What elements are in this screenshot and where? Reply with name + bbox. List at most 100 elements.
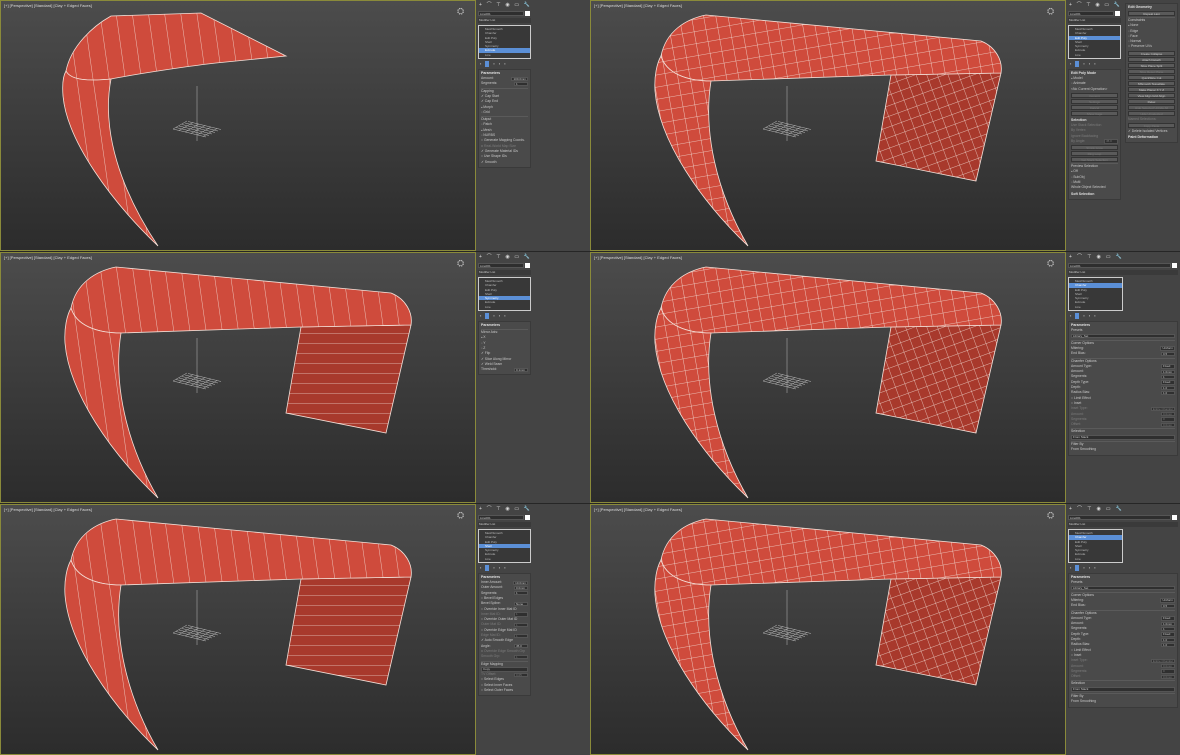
object-name-input[interactable]: Line001: [1068, 515, 1177, 520]
param-value-spinner[interactable]: Entire Chamfer: [1150, 406, 1175, 412]
plus-icon[interactable]: +: [479, 2, 482, 8]
viewport-scene[interactable]: [591, 253, 1066, 503]
param-value-spinner[interactable]: 1: [1161, 374, 1175, 380]
panel-button[interactable]: Ring Loop: [1071, 151, 1118, 157]
pin-icon[interactable]: ▪: [480, 565, 481, 570]
plus-icon[interactable]: +: [479, 254, 482, 260]
show-end-result-icon[interactable]: [1075, 60, 1080, 67]
param-value-spinner[interactable]: 45.0: [514, 644, 528, 649]
dropdown[interactable]: From Stack: [1071, 435, 1175, 440]
param-value-spinner[interactable]: Uniform: [1160, 346, 1175, 351]
utilities-icon[interactable]: 🔧: [1116, 254, 1122, 260]
param-value-spinner[interactable]: 1: [1161, 626, 1175, 632]
viewcube-icon[interactable]: ⛭: [457, 510, 469, 520]
configure-icon[interactable]: ▪: [1094, 61, 1095, 66]
motion-icon[interactable]: ◉: [1096, 506, 1100, 512]
param-value-spinner[interactable]: Fixed: [1161, 632, 1175, 637]
modifier-stack-item[interactable]: Line: [1069, 557, 1122, 561]
panel-button[interactable]: QuickSlice Cut: [1128, 74, 1175, 80]
utilities-icon[interactable]: 🔧: [1114, 2, 1120, 8]
make-unique-icon[interactable]: ▪: [493, 565, 494, 570]
hierarchy-icon[interactable]: ⊤: [1087, 254, 1091, 260]
param-value-spinner[interactable]: 1: [514, 633, 528, 638]
configure-icon[interactable]: ▪: [504, 61, 505, 66]
viewport-perspective[interactable]: [+] [Perspective] [Standard] [Clay + Edg…: [590, 252, 1066, 503]
hierarchy-icon[interactable]: ⊤: [496, 506, 500, 512]
remove-modifier-icon[interactable]: ▪: [1089, 313, 1090, 318]
param-value-spinner[interactable]: 10.0mm: [513, 580, 528, 585]
modifier-stack[interactable]: MeshSmooth Chamfer Edit Poly Shell Symmetry E…: [1068, 529, 1123, 564]
param-value-spinner[interactable]: 0: [1161, 669, 1175, 674]
show-end-result-icon[interactable]: [1075, 312, 1080, 319]
modifier-list-dropdown[interactable]: Modifier List: [478, 270, 531, 275]
viewport-perspective[interactable]: [+] [Perspective] [Standard] [Clay + Edg…: [0, 504, 476, 755]
panel-button[interactable]: Settings: [1071, 98, 1118, 104]
modifier-list-dropdown[interactable]: Modifier List: [1068, 522, 1178, 527]
param-value-spinner[interactable]: 0.0mm: [514, 585, 528, 591]
dropdown-value[interactable]: From Stack: [1071, 687, 1175, 692]
display-icon[interactable]: ▭: [1104, 2, 1109, 8]
panel-button[interactable]: Hide Unselected: [1128, 110, 1175, 116]
viewport-label-menu[interactable]: [+] [Perspective] [Standard] [Clay + Edg…: [4, 507, 92, 512]
viewport-scene[interactable]: [1, 505, 476, 755]
modifier-stack[interactable]: MeshSmooth Chamfer Edit Poly Shell Symmetry E…: [478, 25, 531, 60]
dropdown[interactable]: From Stack: [1071, 687, 1175, 692]
display-icon[interactable]: ▭: [514, 254, 519, 260]
curve-icon[interactable]: ⌒: [487, 506, 492, 512]
param-value-spinner[interactable]: 1: [514, 622, 528, 628]
viewcube-icon[interactable]: ⛭: [1047, 510, 1059, 520]
hierarchy-icon[interactable]: ⊤: [1087, 506, 1091, 512]
viewcube-icon[interactable]: ⛭: [457, 6, 469, 16]
param-value-spinner[interactable]: Fixed: [1161, 364, 1175, 369]
param-value-spinner[interactable]: 45.0: [1104, 139, 1118, 144]
pin-icon[interactable]: ▪: [480, 313, 481, 318]
display-icon[interactable]: ▭: [1106, 254, 1111, 260]
param-value-spinner[interactable]: 1.0: [1161, 637, 1175, 642]
remove-modifier-icon[interactable]: ▪: [1089, 61, 1090, 66]
param-value-spinner[interactable]: 0.0mm: [1161, 412, 1175, 417]
panel-button[interactable]: Repeat Last: [1128, 11, 1175, 16]
make-unique-icon[interactable]: ▪: [1083, 313, 1084, 318]
object-name-input[interactable]: Line001: [1068, 11, 1120, 16]
modifier-stack-item[interactable]: Line: [479, 53, 530, 57]
param-value-spinner[interactable]: 1.0: [1161, 642, 1175, 648]
motion-icon[interactable]: ◉: [505, 2, 509, 8]
show-end-result-icon[interactable]: [485, 564, 490, 571]
viewport-perspective[interactable]: [+] [Perspective] [Standard] [Clay + Edg…: [0, 0, 476, 251]
modifier-list-dropdown[interactable]: Modifier List: [478, 18, 531, 23]
panel-button[interactable]: View Align Grid Align: [1128, 92, 1175, 98]
make-unique-icon[interactable]: ▪: [493, 313, 494, 318]
param-value-spinner[interactable]: 0.0mm: [1161, 664, 1175, 669]
utilities-icon[interactable]: 🔧: [524, 506, 530, 512]
param-value-spinner[interactable]: 1: [514, 612, 528, 617]
motion-icon[interactable]: ◉: [1096, 254, 1100, 260]
plus-icon[interactable]: +: [1069, 254, 1072, 260]
motion-icon[interactable]: ◉: [1095, 2, 1099, 8]
viewport-label-menu[interactable]: [+] [Perspective] [Standard] [Clay + Edg…: [4, 3, 92, 8]
param-value-spinner[interactable]: 1: [514, 81, 528, 87]
dropdown[interactable]: Library_Set: [1071, 333, 1175, 339]
object-name-input[interactable]: Line001: [478, 11, 530, 16]
make-unique-icon[interactable]: ▪: [1083, 565, 1084, 570]
utilities-icon[interactable]: 🔧: [524, 2, 530, 8]
param-value-spinner[interactable]: Fixed: [1161, 380, 1175, 385]
panel-button[interactable]: Make Planar X Y Z: [1128, 86, 1175, 92]
curve-icon[interactable]: ⌒: [1077, 506, 1082, 512]
curve-icon[interactable]: ⌒: [1077, 254, 1082, 260]
remove-modifier-icon[interactable]: ▪: [499, 61, 500, 66]
panel-button[interactable]: Relax: [1128, 98, 1175, 104]
motion-icon[interactable]: ◉: [505, 506, 509, 512]
viewport-label-menu[interactable]: [+] [Perspective] [Standard] [Clay + Edg…: [4, 255, 92, 260]
viewport-label-menu[interactable]: [+] [Perspective] [Standard] [Clay + Edg…: [594, 507, 682, 512]
plus-icon[interactable]: +: [1069, 506, 1072, 512]
radio-button[interactable]: Grid: [481, 110, 528, 115]
viewport-scene[interactable]: [1, 1, 476, 251]
remove-modifier-icon[interactable]: ▪: [499, 565, 500, 570]
display-icon[interactable]: ▭: [514, 506, 519, 512]
param-value-spinner[interactable]: 0.05: [514, 672, 528, 677]
param-value-spinner[interactable]: 1.0mm: [1161, 369, 1175, 374]
viewport-perspective[interactable]: [+] [Perspective] [Standard] [Clay + Edg…: [0, 252, 476, 503]
rollout-header[interactable]: Parameters: [481, 322, 528, 328]
display-icon[interactable]: ▭: [1106, 506, 1111, 512]
panel-button[interactable]: Attach Detach: [1128, 56, 1175, 62]
